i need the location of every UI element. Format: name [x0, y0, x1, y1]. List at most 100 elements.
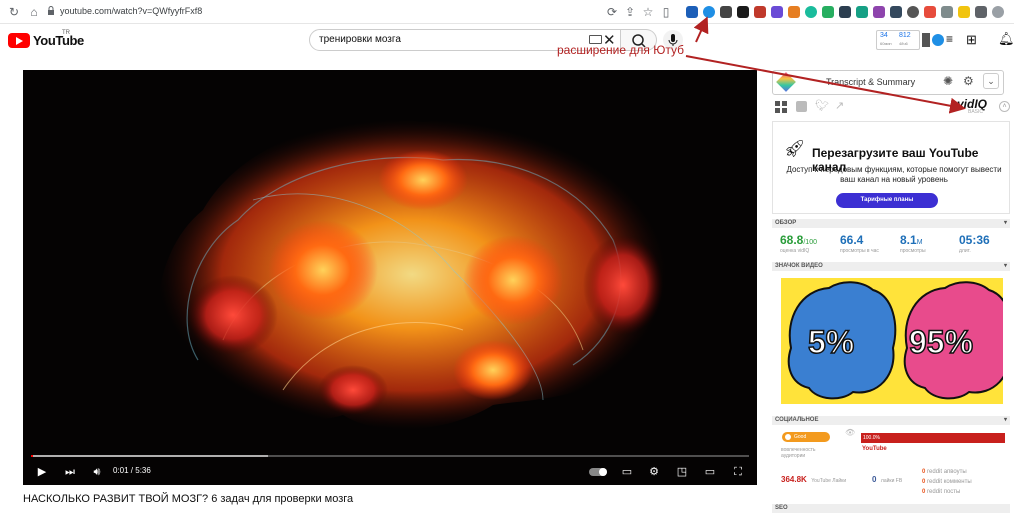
- twitter-icon[interactable]: 🐦︎: [815, 99, 829, 112]
- extension-icon[interactable]: [754, 6, 766, 18]
- smile-icon: [785, 434, 791, 440]
- stat-value: 8.1M: [900, 233, 923, 247]
- extension-icon[interactable]: [737, 6, 749, 18]
- fullscreen-icon[interactable]: ⛶: [731, 465, 745, 479]
- create-video-icon[interactable]: ⊞: [966, 32, 977, 48]
- stat-label: оценка vidIQ: [780, 248, 810, 254]
- bookmark-star-icon[interactable]: ☆: [640, 4, 656, 20]
- stat-unit: M: [916, 239, 923, 246]
- extension-icon[interactable]: [856, 6, 868, 18]
- extension-icon[interactable]: [924, 6, 936, 18]
- fb-likes-label: лайки FB: [880, 478, 903, 484]
- stat-value: 68.8/100: [780, 233, 817, 247]
- vidiq-icon[interactable]: [932, 34, 944, 46]
- miniplayer-icon[interactable]: ◳: [675, 465, 689, 479]
- collapse-icon[interactable]: ˄: [999, 101, 1010, 112]
- video-thumbnail[interactable]: 5% 95%: [781, 278, 1003, 404]
- thumbnail-right-text: 95%: [908, 323, 974, 361]
- stat-value: 66.4: [840, 233, 863, 247]
- extension-icon[interactable]: [822, 6, 834, 18]
- next-video-button[interactable]: ⏭: [63, 465, 77, 479]
- volume-icon[interactable]: 🔊︎: [90, 465, 104, 479]
- fb-likes-value: 0: [872, 475, 877, 484]
- menu-icon[interactable]: ≡: [946, 32, 953, 46]
- time-display: 0:01 / 5:36: [113, 466, 151, 475]
- engagement-label: вовлеченность аудитории: [781, 447, 816, 459]
- chatgpt-icon[interactable]: ✺: [943, 74, 953, 88]
- counter-label: 48ч6: [899, 41, 908, 46]
- overview-section-header[interactable]: ОБЗОР ▾: [772, 219, 1010, 228]
- reddit-stat-row: 0 reddit комменты: [922, 479, 972, 485]
- extension-icon[interactable]: [805, 6, 817, 18]
- chevron-down-icon[interactable]: ▾: [1004, 219, 1007, 228]
- annotation-caption: расширение для Ютуб: [557, 43, 684, 57]
- eye-icon: 👁︎: [845, 428, 856, 437]
- transcript-summary-label[interactable]: Transcript & Summary: [826, 77, 915, 87]
- share-icon[interactable]: ⇪: [622, 4, 638, 20]
- counter-value: 34: [880, 32, 888, 39]
- extension-icon[interactable]: [686, 6, 698, 18]
- progress-bar[interactable]: [31, 455, 749, 457]
- thumbnail-section-header[interactable]: ЗНАЧОК ВИДЕО ▾: [772, 262, 1010, 271]
- grid-icon[interactable]: [775, 101, 787, 113]
- pricing-plans-button[interactable]: Тарифные планы: [836, 193, 938, 208]
- facebook-likes-stat: 0 лайки FB: [872, 469, 902, 487]
- google-lens-icon[interactable]: ⟳: [604, 4, 620, 20]
- video-title: НАСКОЛЬКО РАЗВИТ ТВОЙ МОЗГ? 6 задач для …: [23, 493, 354, 505]
- settings-gear-icon[interactable]: ⚙: [647, 465, 661, 479]
- play-button[interactable]: ▶: [35, 465, 49, 479]
- extension-icon[interactable]: [958, 6, 970, 18]
- reddit-stat-label: reddit апвоуты: [927, 469, 967, 475]
- engagement-bar-fill: 100.0%: [861, 433, 1005, 443]
- notifications-bell-icon[interactable]: 🔔︎: [998, 31, 1014, 47]
- youtube-wordmark[interactable]: YouTube: [33, 33, 84, 48]
- thumbnail-left-text: 5%: [807, 323, 855, 361]
- video-player[interactable]: ▶ ⏭ 🔊︎ 0:01 / 5:36 ▭ ⚙ ◳ ▭ ⛶: [23, 70, 757, 485]
- section-title: ЗНАЧОК ВИДЕО: [775, 263, 823, 269]
- reddit-stat-row: 0 reddit посты: [922, 489, 960, 495]
- chevron-down-icon[interactable]: ⌄: [983, 73, 999, 89]
- counter-value: 812: [899, 32, 911, 39]
- puzzle-icon[interactable]: [975, 6, 987, 18]
- autoplay-toggle[interactable]: [589, 468, 607, 476]
- chevron-down-icon[interactable]: ▾: [1004, 262, 1007, 271]
- engagement-platform: YouTube: [862, 446, 887, 452]
- progress-fill: [31, 455, 34, 457]
- theater-mode-icon[interactable]: ▭: [703, 465, 717, 479]
- reload-icon[interactable]: ↻: [6, 4, 22, 20]
- chevron-down-icon[interactable]: ▾: [1004, 416, 1007, 425]
- extension-icon[interactable]: [907, 6, 919, 18]
- subtitles-icon[interactable]: ▭: [620, 465, 634, 479]
- extension-icon[interactable]: [771, 6, 783, 18]
- youtube-logo-icon[interactable]: [8, 33, 30, 48]
- vidiq-extension-icon[interactable]: [703, 6, 715, 18]
- social-section-header[interactable]: СОЦИАЛЬНОЕ ▾: [772, 416, 1010, 425]
- buffer-bar: [31, 455, 268, 457]
- stat-label: длит.: [959, 248, 971, 254]
- likes-label: YouTube Лайки: [811, 478, 847, 484]
- seo-section-header[interactable]: SEO: [772, 504, 1010, 513]
- section-title: СОЦИАЛЬНОЕ: [775, 417, 819, 423]
- settings-gear-icon[interactable]: ⚙: [963, 74, 974, 88]
- extension-icon[interactable]: [873, 6, 885, 18]
- extension-icon[interactable]: [839, 6, 851, 18]
- analytics-icon[interactable]: [796, 101, 807, 112]
- metamask-icon[interactable]: [788, 6, 800, 18]
- address-bar[interactable]: youtube.com/watch?v=QWfyyfrFxf8: [60, 6, 202, 16]
- extension-icon[interactable]: [720, 6, 732, 18]
- home-icon[interactable]: ⌂: [26, 4, 42, 20]
- stat-number: 8.1: [900, 233, 917, 247]
- trend-icon[interactable]: ↗: [835, 99, 844, 112]
- extension-icon[interactable]: [890, 6, 902, 18]
- realtime-counter-widget[interactable]: 34 812 60мин 48ч6: [876, 30, 920, 50]
- youtube-likes-stat: 364.8K YouTube Лайки: [781, 469, 846, 487]
- reddit-stat-row: 0 reddit апвоуты: [922, 469, 967, 475]
- sidebar-toggle-icon[interactable]: ▯: [658, 4, 674, 20]
- extension-icon[interactable]: [941, 6, 953, 18]
- stat-label: просмотры: [900, 248, 926, 254]
- stat-unit: /100: [803, 239, 817, 246]
- section-title: SEO: [775, 505, 788, 511]
- profile-avatar[interactable]: [992, 6, 1004, 18]
- extension-icon[interactable]: [922, 33, 930, 47]
- promo-description: Доступ к передовым функциям, которые пом…: [786, 165, 1002, 184]
